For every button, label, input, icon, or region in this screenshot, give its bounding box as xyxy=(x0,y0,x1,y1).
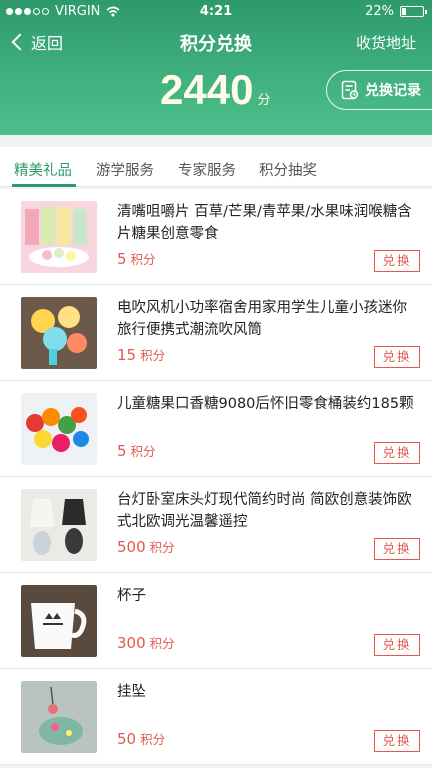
product-points: 15 积分 xyxy=(117,345,165,364)
product-points: 50 积分 xyxy=(117,729,165,748)
exchange-button[interactable]: 兑换 xyxy=(374,250,420,272)
points-cost-unit: 积分 xyxy=(130,252,156,267)
shipping-address-button[interactable]: 收货地址 xyxy=(356,32,416,53)
list-item[interactable]: 清嘴咀嚼片 百草/芒果/青苹果/水果味润喉糖含片糖果创意零食 5 积分 兑换 xyxy=(0,189,432,285)
product-name: 儿童糖果口香糖9080后怀旧零食桶装约185颗 xyxy=(117,396,414,412)
gift-list: 清嘴咀嚼片 百草/芒果/青苹果/水果味润喉糖含片糖果创意零食 5 积分 兑换 电… xyxy=(0,189,432,765)
product-points: 5 积分 xyxy=(117,441,156,460)
exchange-button[interactable]: 兑换 xyxy=(374,538,420,560)
tab-expert-service[interactable]: 专家服务 xyxy=(178,159,236,180)
points-cost: 5 xyxy=(117,250,127,268)
points-cost-unit: 积分 xyxy=(149,636,175,651)
product-points: 300 积分 xyxy=(117,633,175,652)
list-item[interactable]: 电吹风机小功率宿舍用家用学生儿童小孩迷你旅行便携式潮流吹风筒 15 积分 兑换 xyxy=(0,285,432,381)
product-image-gum-balls xyxy=(21,393,97,465)
points-cost: 50 xyxy=(117,730,137,748)
points-unit: 分 xyxy=(257,93,271,108)
battery-percent: 22% xyxy=(365,4,394,19)
tab-study-tour[interactable]: 游学服务 xyxy=(96,159,154,180)
product-name: 电吹风机小功率宿舍用家用学生儿童小孩迷你旅行便携式潮流吹风筒 xyxy=(117,300,407,338)
points-cost-unit: 积分 xyxy=(149,540,175,555)
tab-points-lottery[interactable]: 积分抽奖 xyxy=(259,159,317,180)
exchange-button[interactable]: 兑换 xyxy=(374,346,420,368)
exchange-button[interactable]: 兑换 xyxy=(374,442,420,464)
status-bar: VIRGIN 4:21 22% xyxy=(0,0,432,24)
product-name: 清嘴咀嚼片 百草/芒果/青苹果/水果味润喉糖含片糖果创意零食 xyxy=(117,204,412,242)
points-cost: 5 xyxy=(117,442,127,460)
product-image-candy-tablets xyxy=(21,201,97,273)
product-points: 5 积分 xyxy=(117,249,156,268)
points-cost-unit: 积分 xyxy=(130,444,156,459)
exchange-record-label: 兑换记录 xyxy=(365,83,421,99)
product-name: 台灯卧室床头灯现代简约时尚 简欧创意装饰欧式北欧调光温馨遥控 xyxy=(117,492,412,530)
product-name: 挂坠 xyxy=(117,684,146,700)
product-name: 杯子 xyxy=(117,588,146,604)
exchange-record-button[interactable]: 兑换记录 xyxy=(326,70,432,110)
points-cost: 15 xyxy=(117,346,137,364)
product-image-pendant xyxy=(21,681,97,753)
points-cost-unit: 积分 xyxy=(140,348,166,363)
exchange-button[interactable]: 兑换 xyxy=(374,730,420,752)
nav-bar: 返回 积分兑换 收货地址 xyxy=(0,28,432,58)
list-item[interactable]: 杯子 300 积分 兑换 xyxy=(0,573,432,669)
product-image-mug xyxy=(21,585,97,657)
product-image-hair-dryer xyxy=(21,297,97,369)
battery-icon xyxy=(400,6,427,17)
points-balance: 2440 分 xyxy=(160,66,270,114)
points-cost: 500 xyxy=(117,538,146,556)
points-cost: 300 xyxy=(117,634,146,652)
header: VIRGIN 4:21 22% 返回 积分兑换 收货地址 2440 分 兑换记录 xyxy=(0,0,432,135)
product-points: 500 积分 xyxy=(117,537,175,556)
exchange-button[interactable]: 兑换 xyxy=(374,634,420,656)
product-image-desk-lamps xyxy=(21,489,97,561)
list-item[interactable]: 挂坠 50 积分 兑换 xyxy=(0,669,432,765)
active-tab-indicator xyxy=(12,184,76,187)
tab-gifts[interactable]: 精美礼品 xyxy=(14,159,72,180)
points-value: 2440 xyxy=(160,66,254,113)
list-item[interactable]: 台灯卧室床头灯现代简约时尚 简欧创意装饰欧式北欧调光温馨遥控 500 积分 兑换 xyxy=(0,477,432,573)
record-list-icon xyxy=(341,80,359,100)
points-cost-unit: 积分 xyxy=(140,732,166,747)
category-tabs: 精美礼品 游学服务 专家服务 积分抽奖 xyxy=(0,147,432,187)
list-item[interactable]: 儿童糖果口香糖9080后怀旧零食桶装约185颗 5 积分 兑换 xyxy=(0,381,432,477)
